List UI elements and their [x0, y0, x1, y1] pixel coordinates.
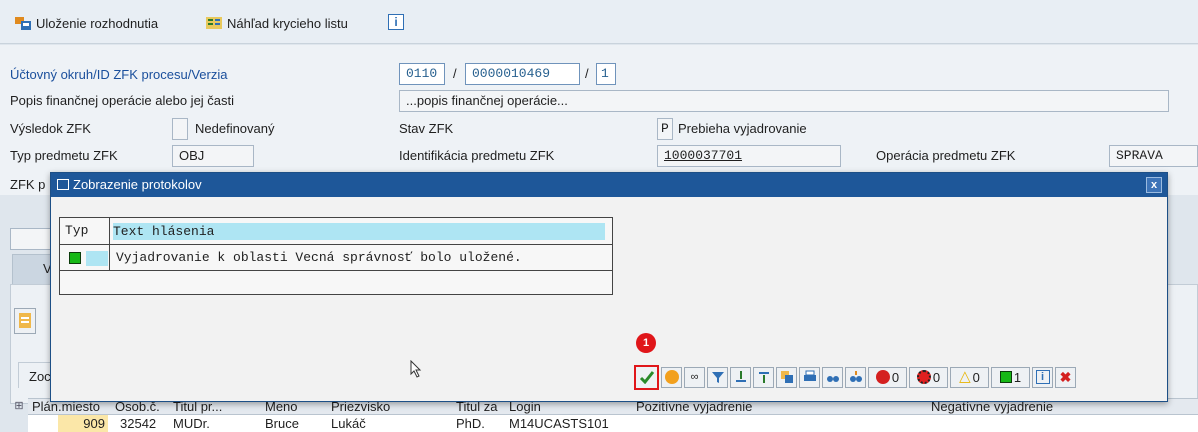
- information-button[interactable]: i: [1032, 366, 1053, 388]
- cover-sheet-label: Náhľad krycieho listu: [227, 15, 348, 31]
- grid-cell-osob-c: 32542: [120, 416, 157, 431]
- separator: /: [453, 66, 457, 81]
- sort-ascending-button[interactable]: [730, 366, 751, 388]
- stop-icon: [875, 370, 890, 384]
- row-selection-highlight: [86, 251, 108, 266]
- info-icon[interactable]: i: [388, 14, 404, 30]
- process-id-field[interactable]: 0000010469: [465, 63, 580, 85]
- subject-operation-field[interactable]: SPRAVA: [1109, 145, 1198, 167]
- binoculars-icon: [826, 376, 839, 382]
- background-field: [10, 228, 54, 250]
- save-decision-button[interactable]: Uloženie rozhodnutia: [14, 13, 158, 33]
- subject-operation-label: Operácia predmetu ZFK: [876, 148, 1016, 163]
- table-row[interactable]: 909 32542 MUDr. Bruce Lukáč PhD. M14UCAS…: [28, 415, 1198, 432]
- annotation-badge: 1: [636, 333, 656, 353]
- dialog-title: Zobrazenie protokolov: [73, 177, 202, 192]
- subject-identification-label: Identifikácia predmetu ZFK: [399, 148, 555, 163]
- filter-button[interactable]: [707, 366, 728, 388]
- background-section-label: Zoc: [29, 369, 51, 384]
- help-icon: [664, 370, 679, 384]
- print-icon: [803, 370, 816, 381]
- export-button[interactable]: [776, 366, 797, 388]
- sort-descending-icon: [758, 372, 769, 383]
- warning-icon: △: [959, 368, 971, 385]
- confirm-button[interactable]: [634, 364, 659, 390]
- table-settings-icon[interactable]: ⊞: [10, 398, 28, 415]
- zfk-result-text: Nedefinovaný: [195, 121, 275, 136]
- filter-icon: [711, 372, 724, 383]
- help-button[interactable]: [661, 366, 682, 388]
- message-header-type[interactable]: Typ: [60, 218, 110, 245]
- background-tab[interactable]: V: [12, 254, 54, 284]
- message-table: Typ Text hlásenia Vyjadrovanie k oblasti…: [59, 217, 613, 295]
- application-toolbar: Uloženie rozhodnutia Náhľad krycieho lis…: [0, 0, 1198, 44]
- message-status-cell[interactable]: [60, 245, 110, 271]
- operation-description-field[interactable]: ...popis finančnej operácie...: [399, 90, 1169, 112]
- zfk-partial-label: ZFK p: [10, 177, 46, 192]
- cancel-icon: ✖: [1059, 368, 1072, 385]
- company-code-field[interactable]: 0110: [399, 63, 445, 85]
- success-count: 1: [1013, 369, 1022, 385]
- technical-info-button[interactable]: ∞: [684, 366, 705, 388]
- mouse-cursor-icon: [410, 359, 422, 381]
- zfk-status-code-field[interactable]: P: [657, 118, 673, 140]
- error-count-button[interactable]: 0: [909, 366, 948, 388]
- warning-count-button[interactable]: △ 0: [950, 366, 989, 388]
- sort-ascending-icon: [735, 371, 746, 382]
- version-field[interactable]: 1: [596, 63, 616, 85]
- dialog-icon: [57, 179, 69, 190]
- background-toolbar-button[interactable]: [14, 308, 36, 334]
- subject-type-label: Typ predmetu ZFK: [10, 148, 118, 163]
- subject-type-field[interactable]: OBJ: [172, 145, 254, 167]
- grid-cell-meno: Bruce: [265, 416, 299, 431]
- separator: /: [585, 66, 589, 81]
- success-count-button[interactable]: 1: [991, 366, 1030, 388]
- success-icon: [999, 371, 1012, 383]
- find-next-icon: [849, 371, 862, 382]
- dialog-title-bar[interactable]: Zobrazenie protokolov x: [51, 173, 1167, 197]
- error-icon: [916, 370, 931, 384]
- zfk-result-code-field[interactable]: [172, 118, 188, 140]
- warning-count: 0: [972, 369, 980, 385]
- grid-cell-titul-pred: MUDr.: [173, 416, 210, 431]
- save-decision-label: Uloženie rozhodnutia: [36, 15, 159, 31]
- message-header-text-cell[interactable]: Text hlásenia: [110, 218, 612, 245]
- cover-sheet-button[interactable]: Náhľad krycieho listu: [205, 13, 348, 33]
- dialog-toolbar: ∞ 0 0 △ 0 1 i ✖: [634, 364, 1076, 390]
- company-process-label: Účtovný okruh/ID ZFK procesu/Verzia: [10, 67, 228, 82]
- checkmark-icon: [639, 371, 654, 384]
- cancel-button[interactable]: ✖: [1055, 366, 1076, 388]
- message-text[interactable]: Vyjadrovanie k oblasti Vecná správnosť b…: [110, 245, 612, 271]
- find-next-button[interactable]: [845, 366, 866, 388]
- zfk-result-label: Výsledok ZFK: [10, 121, 91, 136]
- zfk-status-text: Prebieha vyjadrovanie: [678, 121, 807, 136]
- message-header-text: Text hlásenia: [113, 223, 605, 240]
- find-button[interactable]: [822, 366, 843, 388]
- glasses-icon: ∞: [690, 371, 699, 383]
- grid-cell-priezvisko: Lukáč: [331, 416, 366, 431]
- subject-identification-field[interactable]: 1000037701: [657, 145, 841, 167]
- document-icon: [19, 313, 31, 328]
- save-decision-icon: [14, 15, 32, 31]
- zfk-status-label: Stav ZFK: [399, 121, 454, 136]
- grid-cell-login: M14UCASTS101: [509, 416, 609, 431]
- cover-sheet-icon: [205, 15, 223, 31]
- error-count: 0: [932, 369, 941, 385]
- success-status-icon: [69, 252, 81, 264]
- stop-count: 0: [891, 369, 900, 385]
- grid-cell-titul-za: PhD.: [456, 416, 485, 431]
- export-icon: [780, 371, 793, 383]
- sort-descending-button[interactable]: [753, 366, 774, 388]
- information-icon: i: [1035, 370, 1050, 384]
- operation-description-label: Popis finančnej operácie alebo jej časti: [10, 93, 235, 108]
- print-button[interactable]: [799, 366, 820, 388]
- stop-count-button[interactable]: 0: [868, 366, 907, 388]
- grid-cell-plan-miesto: 909: [58, 415, 108, 432]
- close-icon[interactable]: x: [1146, 177, 1162, 193]
